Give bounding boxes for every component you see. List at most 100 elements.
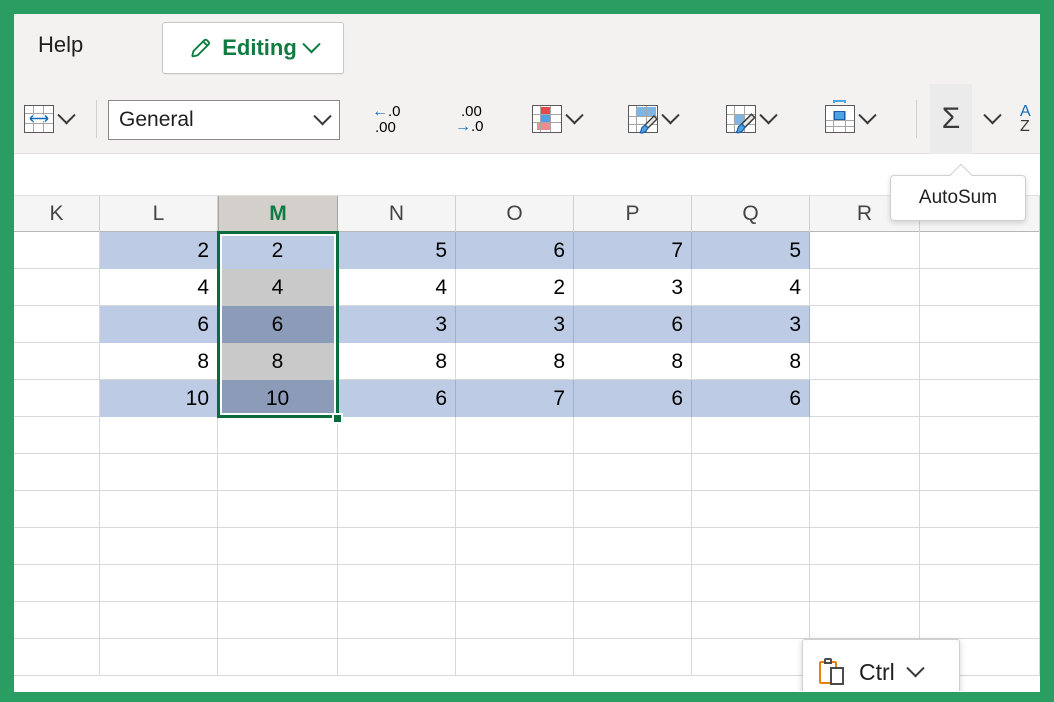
cell-p11[interactable] (574, 602, 692, 639)
column-header-m[interactable]: M (218, 196, 338, 232)
cell-l12[interactable] (100, 639, 218, 676)
cell-r11[interactable] (810, 602, 920, 639)
cell-o9[interactable] (456, 528, 574, 565)
cell-k7[interactable] (14, 454, 100, 491)
cell-l6[interactable] (100, 417, 218, 454)
column-header-l[interactable]: L (100, 196, 218, 232)
cell-p1[interactable]: 7 (574, 232, 692, 269)
cell-m1[interactable]: 2 (218, 232, 338, 269)
cell-l9[interactable] (100, 528, 218, 565)
format-as-table-button[interactable] (628, 84, 680, 154)
cell-p5[interactable]: 6 (574, 380, 692, 417)
cell-s1[interactable] (920, 232, 1040, 269)
cell-k6[interactable] (14, 417, 100, 454)
cell-m5[interactable]: 10 (218, 380, 338, 417)
cell-s4[interactable] (920, 343, 1040, 380)
cell-n6[interactable] (338, 417, 456, 454)
cell-q3[interactable]: 3 (692, 306, 810, 343)
formula-bar-area[interactable] (14, 154, 1040, 196)
column-header-k[interactable]: K (14, 196, 100, 232)
cell-q2[interactable]: 4 (692, 269, 810, 306)
cell-p10[interactable] (574, 565, 692, 602)
conditional-formatting-button[interactable] (532, 84, 584, 154)
cell-s6[interactable] (920, 417, 1040, 454)
cell-m3[interactable]: 6 (218, 306, 338, 343)
cell-l7[interactable] (100, 454, 218, 491)
cell-l10[interactable] (100, 565, 218, 602)
autosum-button[interactable]: Σ (930, 84, 972, 154)
chevron-down-icon[interactable] (565, 105, 584, 124)
editing-mode-button[interactable]: Editing (162, 22, 344, 74)
cell-r3[interactable] (810, 306, 920, 343)
cell-p9[interactable] (574, 528, 692, 565)
cell-n5[interactable]: 6 (338, 380, 456, 417)
chevron-down-icon[interactable] (906, 658, 925, 677)
cell-o5[interactable]: 7 (456, 380, 574, 417)
cell-k4[interactable] (14, 343, 100, 380)
cell-q6[interactable] (692, 417, 810, 454)
cell-k8[interactable] (14, 491, 100, 528)
column-header-n[interactable]: N (338, 196, 456, 232)
cell-o1[interactable]: 6 (456, 232, 574, 269)
cell-q8[interactable] (692, 491, 810, 528)
cell-l11[interactable] (100, 602, 218, 639)
cell-o10[interactable] (456, 565, 574, 602)
cell-p6[interactable] (574, 417, 692, 454)
cell-r6[interactable] (810, 417, 920, 454)
number-format-select[interactable]: General (108, 100, 340, 140)
cell-n11[interactable] (338, 602, 456, 639)
cell-r5[interactable] (810, 380, 920, 417)
cell-n12[interactable] (338, 639, 456, 676)
cell-s3[interactable] (920, 306, 1040, 343)
cell-l5[interactable]: 10 (100, 380, 218, 417)
cell-n9[interactable] (338, 528, 456, 565)
cell-n2[interactable]: 4 (338, 269, 456, 306)
cell-m4[interactable]: 8 (218, 343, 338, 380)
cell-q12[interactable] (692, 639, 810, 676)
cell-o12[interactable] (456, 639, 574, 676)
cell-p4[interactable]: 8 (574, 343, 692, 380)
cell-q5[interactable]: 6 (692, 380, 810, 417)
fill-handle[interactable] (332, 413, 343, 424)
cell-p2[interactable]: 3 (574, 269, 692, 306)
cell-q11[interactable] (692, 602, 810, 639)
cell-m9[interactable] (218, 528, 338, 565)
column-header-p[interactable]: P (574, 196, 692, 232)
cell-l2[interactable]: 4 (100, 269, 218, 306)
paste-options-button[interactable]: Ctrl (802, 639, 960, 691)
sort-filter-button[interactable]: A Z (1020, 84, 1031, 154)
cell-o2[interactable]: 2 (456, 269, 574, 306)
cell-s11[interactable] (920, 602, 1040, 639)
insert-cells-button[interactable] (825, 84, 877, 154)
cell-n10[interactable] (338, 565, 456, 602)
cell-q10[interactable] (692, 565, 810, 602)
cell-k11[interactable] (14, 602, 100, 639)
cell-k3[interactable] (14, 306, 100, 343)
cell-o6[interactable] (456, 417, 574, 454)
cell-l3[interactable]: 6 (100, 306, 218, 343)
cell-l4[interactable]: 8 (100, 343, 218, 380)
chevron-down-icon[interactable] (57, 105, 76, 124)
chevron-down-icon[interactable] (313, 106, 332, 125)
increase-decimal-button[interactable]: ←.0 .00 (372, 84, 401, 154)
cell-p12[interactable] (574, 639, 692, 676)
cell-o3[interactable]: 3 (456, 306, 574, 343)
cell-k1[interactable] (14, 232, 100, 269)
cell-m8[interactable] (218, 491, 338, 528)
cell-s2[interactable] (920, 269, 1040, 306)
cell-r4[interactable] (810, 343, 920, 380)
cell-q4[interactable]: 8 (692, 343, 810, 380)
cell-m11[interactable] (218, 602, 338, 639)
cell-s10[interactable] (920, 565, 1040, 602)
cell-n1[interactable]: 5 (338, 232, 456, 269)
cell-s5[interactable] (920, 380, 1040, 417)
cell-k5[interactable] (14, 380, 100, 417)
chevron-down-icon[interactable] (858, 105, 877, 124)
cell-k12[interactable] (14, 639, 100, 676)
cell-l1[interactable]: 2 (100, 232, 218, 269)
cell-p8[interactable] (574, 491, 692, 528)
cell-r7[interactable] (810, 454, 920, 491)
decrease-decimal-button[interactable]: .00 →.0 (455, 84, 484, 154)
cell-m7[interactable] (218, 454, 338, 491)
merge-cells-button[interactable] (24, 84, 76, 154)
